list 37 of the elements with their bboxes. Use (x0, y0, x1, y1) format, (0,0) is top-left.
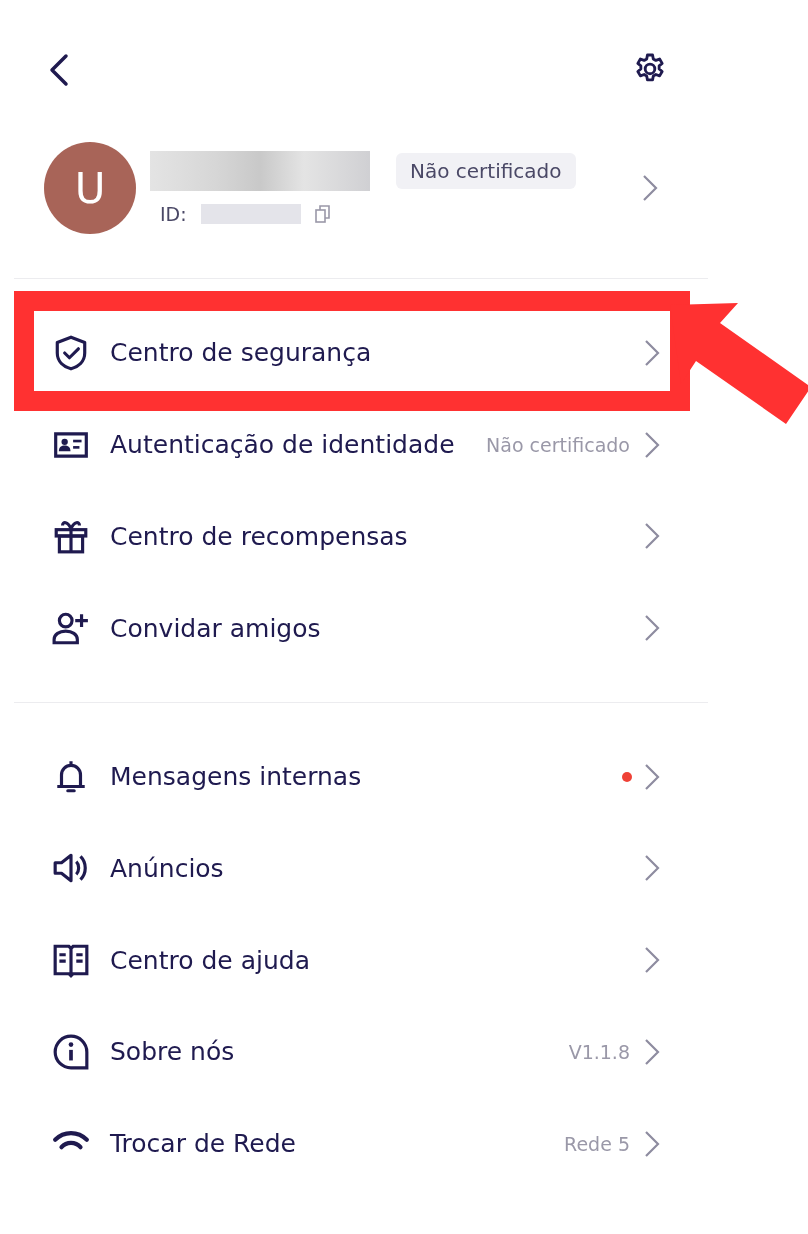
menu-item[interactable]: Sobre nós V1.1.8 (34, 1011, 670, 1092)
menu-item[interactable]: Trocar de Rede Rede 5 (34, 1103, 670, 1184)
menu-label: Sobre nós (110, 1037, 235, 1067)
chevron-icon (644, 762, 660, 791)
menu-item[interactable]: Convidar amigos (34, 588, 670, 668)
menu-item[interactable]: Centro de recompensas (34, 496, 670, 577)
menu-item[interactable]: Autenticação de identidade Não certificado (34, 404, 670, 485)
chevron-icon (644, 1129, 660, 1158)
chevron-icon[interactable] (642, 174, 658, 202)
menu-label: Autenticação de identidade (110, 430, 455, 459)
menu-item[interactable]: Anúncios (34, 828, 670, 909)
menu-label: Centro de segurança (110, 338, 372, 368)
menu-label: Mensagens internas (110, 762, 362, 791)
menu-label: Trocar de Rede (110, 1129, 296, 1158)
chevron-icon (644, 338, 660, 367)
chevron-icon (644, 946, 660, 974)
menu-label: Centro de recompensas (110, 521, 408, 551)
certification-badge: Não certificado (396, 153, 576, 189)
menu-label: Anúncios (110, 853, 224, 883)
avatar[interactable]: U (44, 142, 136, 234)
menu-value: V1.1.8 (568, 1040, 630, 1063)
chevron-icon (644, 522, 660, 551)
menu-label: Convidar amigos (110, 613, 321, 643)
menu-item[interactable]: Centro de ajuda (34, 920, 670, 1000)
menu-value: Não certificado (486, 433, 630, 456)
info-icon (52, 1032, 90, 1071)
chevron-icon (644, 1037, 660, 1066)
chevron-icon (644, 854, 660, 883)
chevron-icon (644, 614, 660, 642)
back-icon[interactable] (48, 53, 70, 87)
copy-icon[interactable] (314, 205, 331, 223)
menu-item[interactable]: Centro de segurança (34, 312, 670, 393)
menu-label: Centro de ajuda (110, 945, 310, 975)
menu-item[interactable]: Mensagens internas (34, 736, 670, 817)
menu-value: Rede 5 (564, 1132, 630, 1155)
chevron-icon (644, 430, 660, 459)
id-label: ID: (160, 203, 187, 225)
